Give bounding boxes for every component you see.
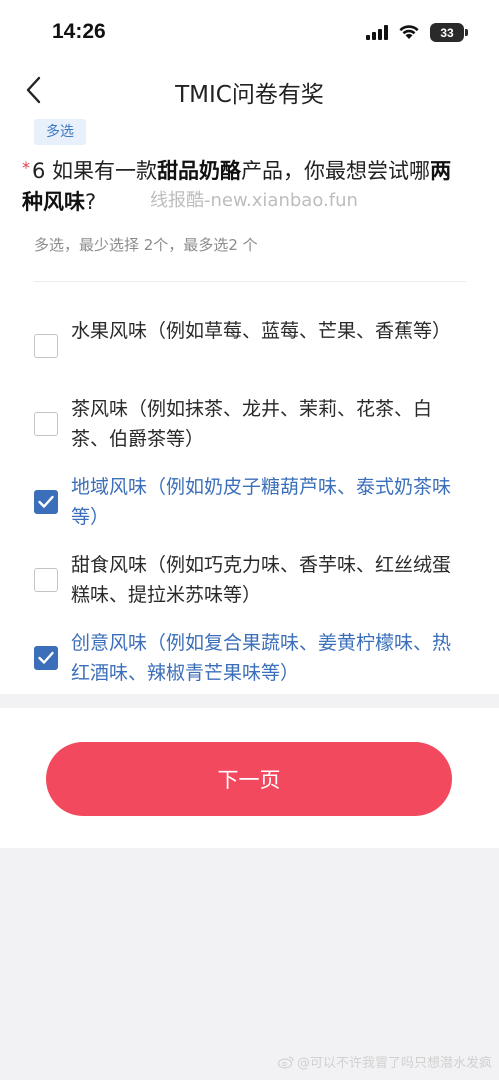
option-sweet[interactable]: 甜食风味（例如巧克力味、香芋味、红丝绒蛋糕味、提拉米苏味等）	[34, 550, 464, 620]
option-tea[interactable]: 茶风味（例如抹茶、龙井、茉莉、花茶、白茶、伯爵茶等）	[34, 394, 464, 464]
question-type-badge: 多选	[34, 119, 86, 145]
option-label: 茶风味（例如抹茶、龙井、茉莉、花茶、白茶、伯爵茶等）	[71, 398, 433, 450]
option-label: 创意风味（例如复合果蔬味、姜黄柠檬味、热红酒味、辣椒青芒果味等）	[71, 632, 452, 684]
battery-icon: 33	[430, 23, 464, 42]
signal-icon	[366, 25, 388, 40]
checkbox[interactable]	[34, 334, 58, 358]
question-text-1: 如果有一款	[45, 159, 158, 183]
page-title: TMIC问卷有奖	[175, 82, 324, 108]
required-mark: *	[22, 158, 30, 177]
battery-level: 33	[440, 25, 454, 40]
question-number: 6	[32, 159, 46, 183]
wifi-icon	[399, 25, 419, 39]
weibo-watermark-text: @可以不许我冒了吗只想潜水发疯	[297, 1056, 493, 1071]
status-time: 14:26	[52, 20, 106, 43]
question-hint: 多选，最少选择 2个，最多选2 个	[34, 236, 258, 254]
checkbox[interactable]	[34, 568, 58, 592]
question-text-3: ?	[85, 190, 97, 214]
checkbox-checked[interactable]	[34, 490, 58, 514]
check-icon	[38, 651, 54, 664]
nav-bar: TMIC问卷有奖	[0, 64, 499, 116]
divider	[34, 281, 466, 282]
status-bar: 14:26 33	[0, 0, 499, 64]
option-regional[interactable]: 地域风味（例如奶皮子糖葫芦味、泰式奶茶味等）	[34, 472, 464, 542]
check-icon	[38, 495, 54, 508]
weibo-icon	[278, 1055, 294, 1069]
checkbox[interactable]	[34, 412, 58, 436]
question-text-2: 产品，你最想尝试哪	[241, 159, 431, 183]
battery-tip	[465, 29, 468, 36]
watermark: 线报酷-new.xianbao.fun	[150, 190, 358, 211]
checkbox-checked[interactable]	[34, 646, 58, 670]
option-label: 甜食风味（例如巧克力味、香芋味、红丝绒蛋糕味、提拉米苏味等）	[71, 554, 452, 606]
next-page-button[interactable]: 下一页	[46, 742, 452, 816]
question-bold-1: 甜品奶酪	[157, 159, 242, 183]
option-fruit[interactable]: 水果风味（例如草莓、蓝莓、芒果、香蕉等）	[34, 316, 464, 386]
section-gap	[0, 694, 499, 708]
option-creative[interactable]: 创意风味（例如复合果蔬味、姜黄柠檬味、热红酒味、辣椒青芒果味等）	[34, 628, 464, 698]
question-card: 多选 *6 如果有一款甜品奶酪产品，你最想尝试哪两种风味? 线报酷-new.xi…	[0, 116, 499, 694]
weibo-watermark: @可以不许我冒了吗只想潜水发疯	[278, 1052, 492, 1071]
option-label: 地域风味（例如奶皮子糖葫芦味、泰式奶茶味等）	[71, 476, 452, 528]
option-label: 水果风味（例如草莓、蓝莓、芒果、香蕉等）	[71, 320, 452, 342]
footer: 下一页	[0, 708, 499, 848]
